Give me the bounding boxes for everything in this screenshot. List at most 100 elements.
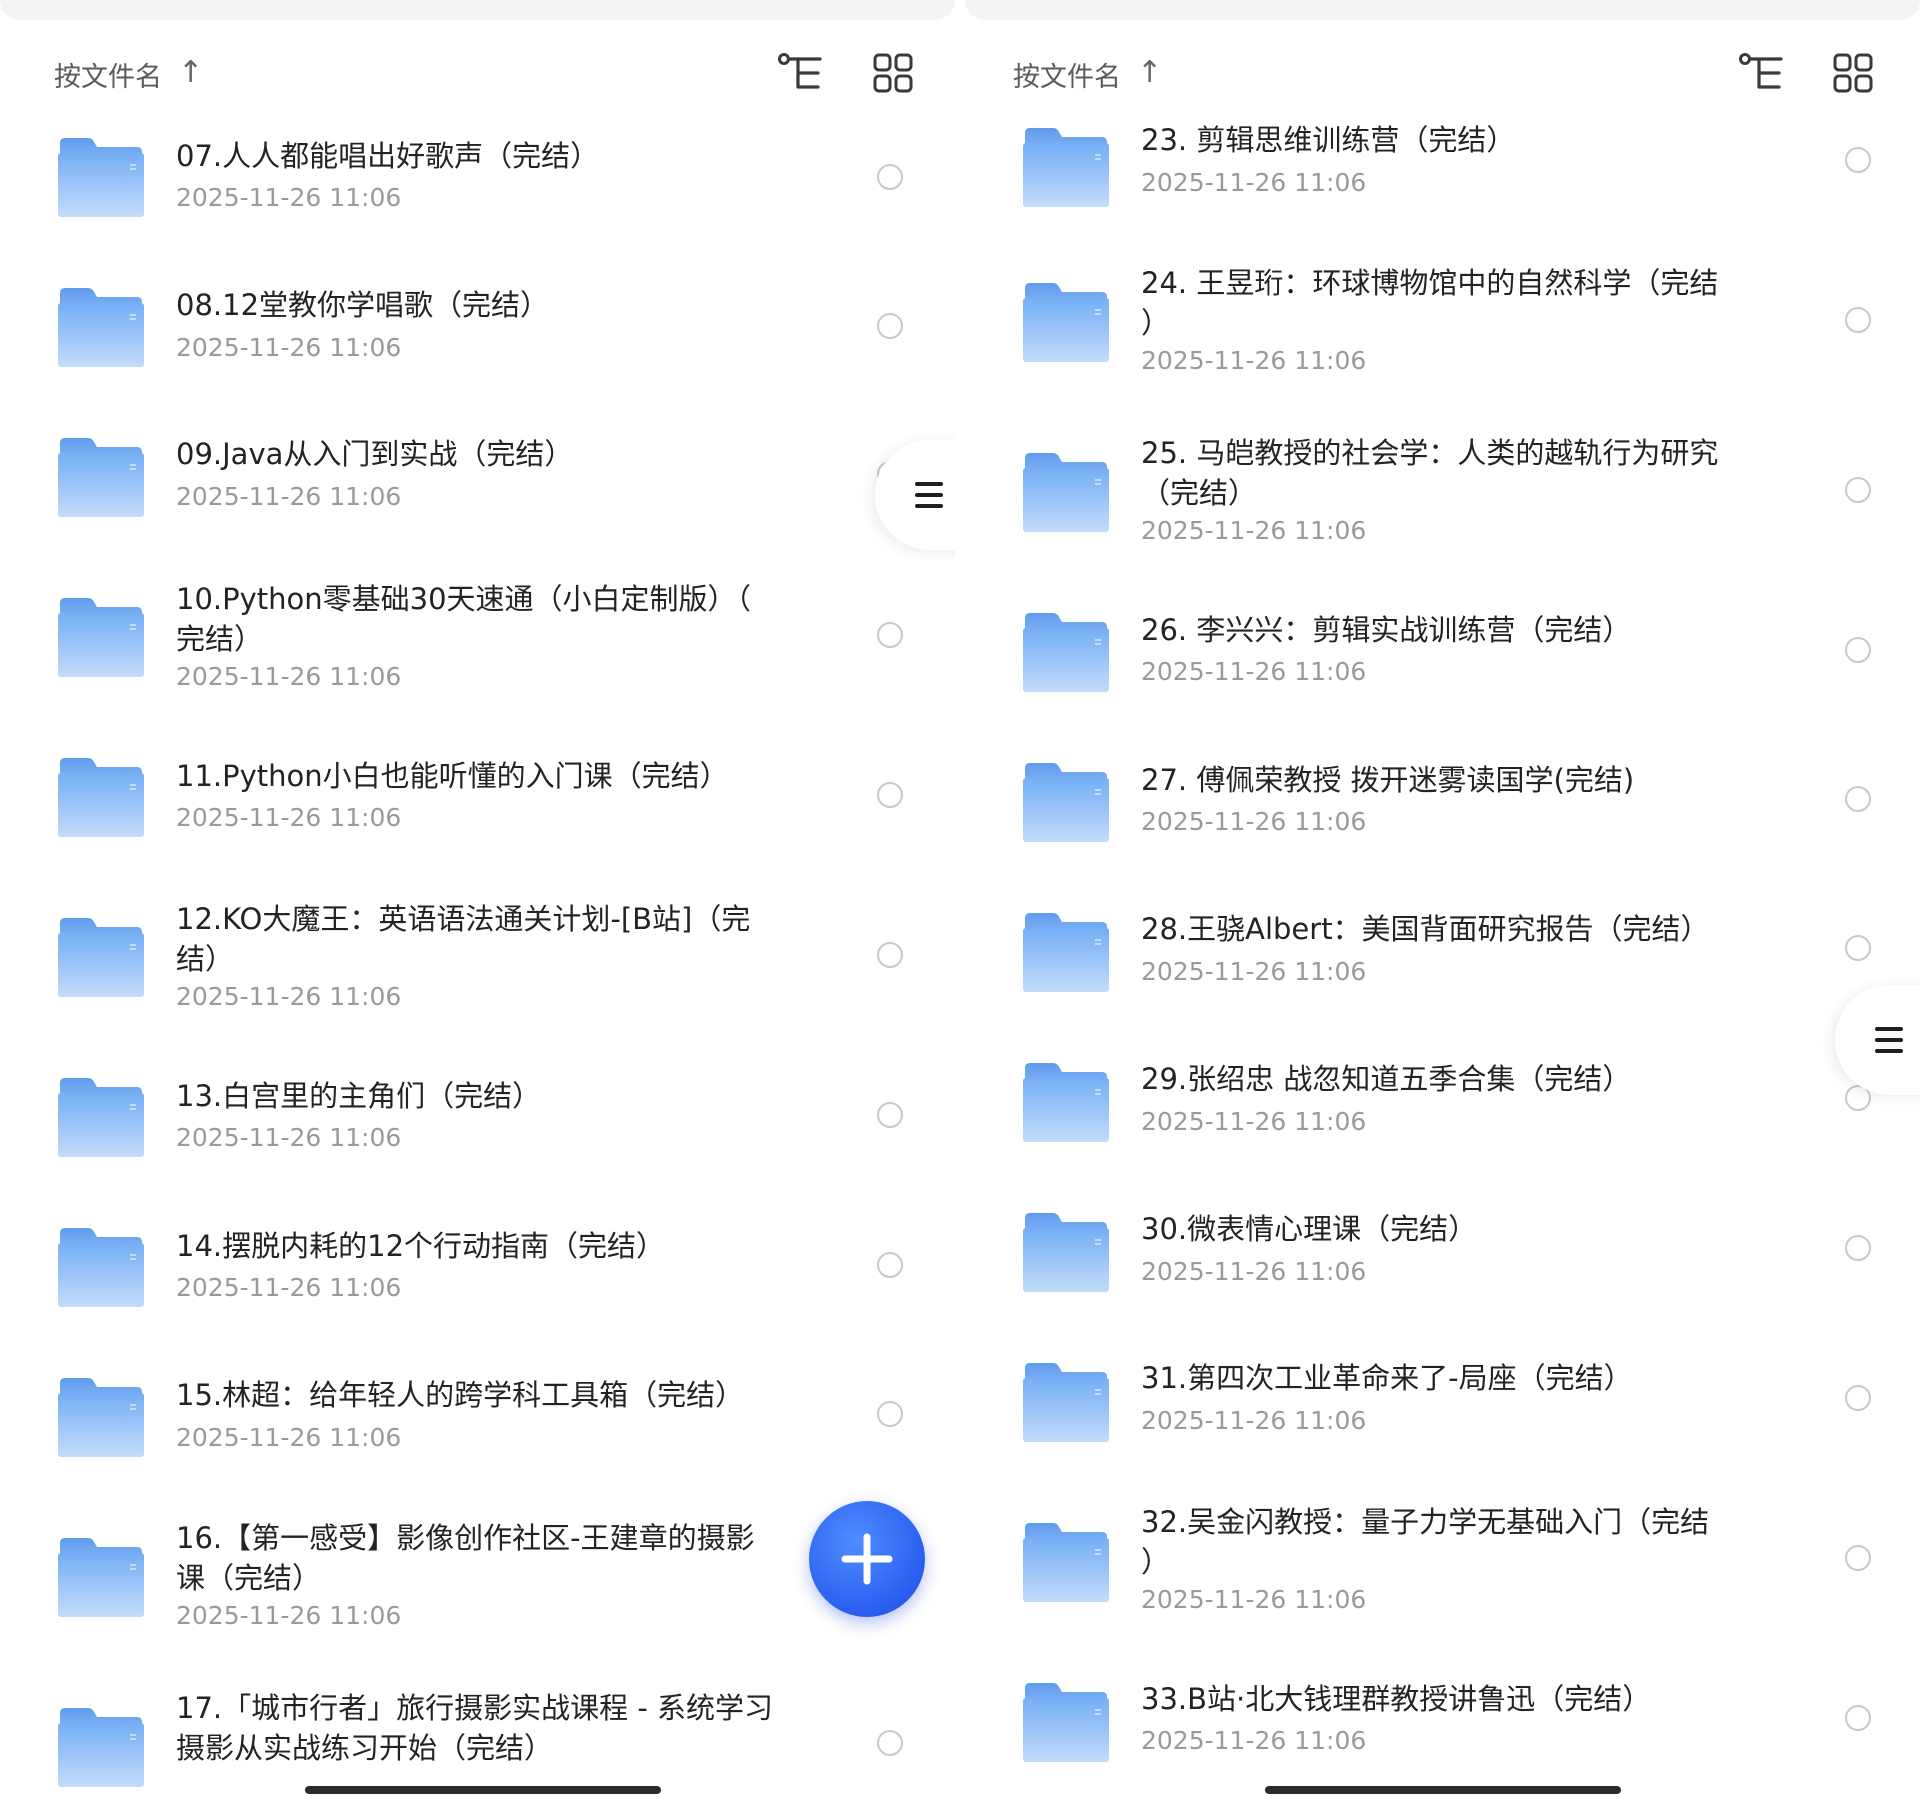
folder-icon: [1023, 912, 1109, 996]
top-strip: [965, 0, 1920, 20]
select-radio[interactable]: [877, 1252, 903, 1278]
select-radio[interactable]: [877, 622, 903, 648]
file-list-panel-right: 按文件名 ↑ 23. 剪辑思维训练营（完结） 2025-11-26 11:06: [965, 0, 1920, 1806]
folder-date: 2025-11-26 11:06: [1141, 1406, 1367, 1435]
select-radio[interactable]: [1845, 1545, 1871, 1571]
folder-name: 27. 傅佩荣教授 拨开迷雾读国学(完结): [1141, 763, 1635, 797]
folder-name: 08.12堂教你学唱歌（完结）: [176, 288, 550, 322]
plus-icon: [841, 1533, 893, 1585]
select-radio[interactable]: [877, 313, 903, 339]
folder-icon: [58, 1377, 144, 1461]
select-radio[interactable]: [1845, 307, 1871, 333]
select-radio[interactable]: [877, 782, 903, 808]
select-radio[interactable]: [877, 1730, 903, 1756]
select-radio[interactable]: [1845, 1385, 1871, 1411]
folder-icon: [1023, 762, 1109, 846]
folder-icon: [1023, 282, 1109, 366]
folder-name: 24. 王昱珩：环球博物馆中的自然科学（完结 ）: [1141, 266, 1719, 340]
folder-date: 2025-11-26 11:06: [176, 982, 402, 1011]
sort-by-name-button[interactable]: 按文件名: [54, 55, 162, 94]
folder-date: 2025-11-26 11:06: [1141, 1585, 1367, 1614]
home-indicator: [305, 1786, 661, 1794]
folder-name: 07.人人都能唱出好歌声（完结）: [176, 139, 600, 173]
folder-icon: [58, 1707, 144, 1791]
folder-icon: [58, 437, 144, 521]
menu-icon: [915, 482, 943, 508]
folder-name: 14.摆脱内耗的12个行动指南（完结）: [176, 1229, 666, 1263]
side-drawer-tab[interactable]: [875, 440, 955, 550]
folder-name: 28.王骁Albert：美国背面研究报告（完结）: [1141, 912, 1710, 946]
folder-date: 2025-11-26 11:06: [176, 1423, 402, 1452]
folder-date: 2025-11-26 11:06: [1141, 957, 1367, 986]
folder-name: 30.微表情心理课（完结）: [1141, 1212, 1478, 1246]
side-drawer-tab[interactable]: [1835, 985, 1920, 1095]
select-radio[interactable]: [1845, 477, 1871, 503]
folder-icon: [58, 287, 144, 371]
folder-date: 2025-11-26 11:06: [176, 1123, 402, 1152]
folder-date: 2025-11-26 11:06: [176, 803, 402, 832]
sort-by-name-button[interactable]: 按文件名: [1013, 55, 1121, 94]
folder-name: 23. 剪辑思维训练营（完结）: [1141, 123, 1516, 157]
sort-bar: 按文件名 ↑: [0, 45, 955, 101]
folder-name: 33.B站·北大钱理群教授讲鲁迅（完结）: [1141, 1682, 1652, 1716]
tree-view-icon[interactable]: [1739, 53, 1785, 93]
add-button[interactable]: [809, 1501, 925, 1617]
folder-icon: [58, 1537, 144, 1621]
folder-name: 11.Python小白也能听懂的入门课（完结）: [176, 759, 729, 793]
folder-name: 12.KO大魔王：英语语法通关计划-[B站]（完 结）: [176, 902, 751, 976]
folder-icon: [1023, 612, 1109, 696]
folder-name: 16.【第一感受】影像创作社区-王建章的摄影 课（完结）: [176, 1521, 755, 1595]
folder-icon: [1023, 1362, 1109, 1446]
folder-name: 13.白宫里的主角们（完结）: [176, 1079, 542, 1113]
select-radio[interactable]: [1845, 147, 1871, 173]
folder-icon: [58, 1077, 144, 1161]
tree-view-icon[interactable]: [778, 53, 824, 93]
folder-date: 2025-11-26 11:06: [176, 1601, 402, 1630]
menu-icon: [1875, 1027, 1903, 1053]
folder-date: 2025-11-26 11:06: [1141, 168, 1367, 197]
folder-name: 31.第四次工业革命来了-局座（完结）: [1141, 1361, 1633, 1395]
sort-ascending-icon[interactable]: ↑: [1137, 55, 1162, 90]
folder-name: 29.张绍忠 战忽知道五季合集（完结）: [1141, 1062, 1632, 1096]
folder-date: 2025-11-26 11:06: [176, 333, 402, 362]
folder-icon: [58, 597, 144, 681]
folder-date: 2025-11-26 11:06: [1141, 516, 1367, 545]
folder-icon: [1023, 127, 1109, 211]
folder-icon: [58, 137, 144, 221]
folder-date: 2025-11-26 11:06: [176, 183, 402, 212]
folder-icon: [1023, 1522, 1109, 1606]
folder-date: 2025-11-26 11:06: [1141, 1726, 1367, 1755]
sort-bar: 按文件名 ↑: [965, 45, 1920, 101]
folder-icon: [1023, 452, 1109, 536]
sort-ascending-icon[interactable]: ↑: [178, 55, 203, 90]
folder-name: 25. 马皑教授的社会学：人类的越轨行为研究 （完结）: [1141, 436, 1719, 510]
select-radio[interactable]: [1845, 1705, 1871, 1731]
home-indicator: [1265, 1786, 1621, 1794]
select-radio[interactable]: [877, 1401, 903, 1427]
grid-view-icon[interactable]: [873, 53, 913, 93]
grid-view-icon[interactable]: [1833, 53, 1873, 93]
top-strip: [0, 0, 955, 20]
folder-name: 09.Java从入门到实战（完结）: [176, 437, 574, 471]
folder-name: 26. 李兴兴：剪辑实战训练营（完结）: [1141, 613, 1632, 647]
folder-date: 2025-11-26 11:06: [1141, 1107, 1367, 1136]
folder-icon: [1023, 1212, 1109, 1296]
folder-icon: [58, 1227, 144, 1311]
select-radio[interactable]: [1845, 786, 1871, 812]
select-radio[interactable]: [877, 942, 903, 968]
folder-name: 32.吴金闪教授：量子力学无基础入门（完结 ）: [1141, 1505, 1710, 1579]
select-radio[interactable]: [877, 164, 903, 190]
folder-icon: [58, 917, 144, 1001]
folder-date: 2025-11-26 11:06: [176, 662, 402, 691]
folder-icon: [1023, 1682, 1109, 1766]
folder-date: 2025-11-26 11:06: [1141, 807, 1367, 836]
select-radio[interactable]: [1845, 935, 1871, 961]
folder-name: 10.Python零基础30天速通（小白定制版）（ 完结）: [176, 582, 752, 656]
folder-date: 2025-11-26 11:06: [1141, 1257, 1367, 1286]
folder-icon: [58, 757, 144, 841]
folder-date: 2025-11-26 11:06: [176, 482, 402, 511]
file-list-panel-left: 按文件名 ↑ 07.人人都能唱出好歌声（完结） 2025-11-26 11:06: [0, 0, 955, 1806]
select-radio[interactable]: [877, 1102, 903, 1128]
select-radio[interactable]: [1845, 1235, 1871, 1261]
select-radio[interactable]: [1845, 637, 1871, 663]
